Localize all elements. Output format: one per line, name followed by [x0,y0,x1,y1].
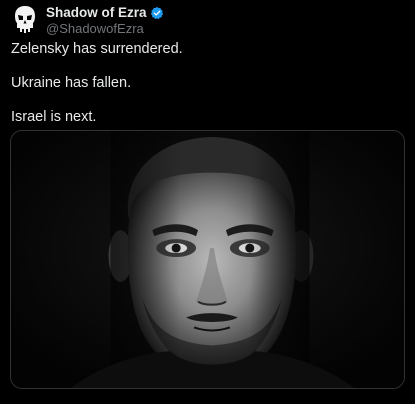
name-row: Shadow of Ezra [46,5,164,21]
punisher-skull-icon [15,6,35,33]
tweet-meta-cutoff [11,396,331,404]
tweet-line: Israel is next. [11,109,97,125]
avatar[interactable] [12,5,38,35]
tweet-photo[interactable] [10,130,405,389]
author-handle[interactable]: @ShadowofEzra [46,21,164,37]
portrait-photo [11,131,404,388]
author-names: Shadow of Ezra @ShadowofEzra [46,5,164,37]
tweet-line: Zelensky has surrendered. [11,41,183,57]
display-name[interactable]: Shadow of Ezra [46,5,147,21]
tweet-text: Zelensky has surrendered. Ukraine has fa… [11,40,401,127]
verified-badge-icon[interactable] [150,6,164,20]
tweet-line: Ukraine has fallen. [11,75,132,91]
tweet-header: Shadow of Ezra @ShadowofEzra [12,3,164,39]
tweet: Shadow of Ezra @ShadowofEzra Zelensky ha… [0,0,415,404]
